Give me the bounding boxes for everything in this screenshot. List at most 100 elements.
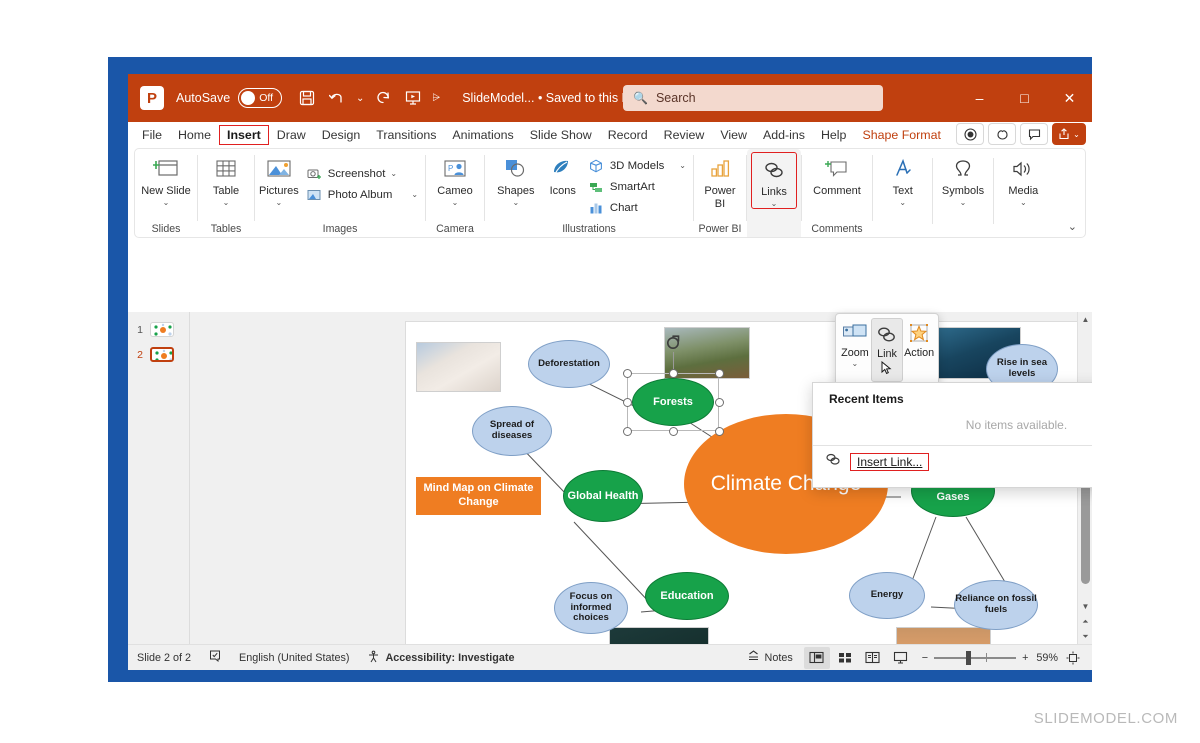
pictures-caret-icon[interactable]: ⌄: [276, 198, 283, 207]
previous-slide-button[interactable]: ⏶: [1078, 614, 1092, 629]
pictures-button[interactable]: Pictures ⌄: [259, 152, 299, 207]
zoom-level-label[interactable]: 59%: [1036, 652, 1058, 664]
3d-models-caret-icon[interactable]: ⌄: [679, 161, 686, 170]
resize-handle-s[interactable]: [669, 427, 678, 436]
comments-icon[interactable]: [1020, 123, 1048, 145]
links-menu-zoom-caret-icon[interactable]: ⌄: [852, 359, 859, 368]
insert-link-button[interactable]: Insert Link...: [850, 452, 930, 471]
tab-slide-show[interactable]: Slide Show: [522, 125, 600, 145]
photo-album-caret-icon[interactable]: ⌄: [411, 190, 418, 199]
slide-show-button[interactable]: [888, 647, 914, 669]
cameo-caret-icon[interactable]: ⌄: [452, 198, 459, 207]
shapes-caret-icon[interactable]: ⌄: [512, 198, 519, 207]
undo-caret-icon[interactable]: ⌄: [353, 84, 367, 112]
resize-handle-ne[interactable]: [715, 369, 724, 378]
rotation-handle[interactable]: [665, 334, 683, 356]
table-caret-icon[interactable]: ⌄: [223, 198, 230, 207]
node-spread-of-diseases[interactable]: Spread of diseases: [472, 406, 552, 456]
tab-design[interactable]: Design: [314, 125, 369, 145]
zoom-slider-track[interactable]: [934, 650, 1017, 665]
tab-transitions[interactable]: Transitions: [368, 125, 444, 145]
insert-link-row[interactable]: Insert Link...: [813, 446, 1092, 471]
text-button[interactable]: Text ⌄: [877, 152, 928, 207]
resize-handle-se[interactable]: [715, 427, 724, 436]
start-presentation-icon[interactable]: [399, 84, 427, 112]
tab-view[interactable]: View: [712, 125, 755, 145]
links-menu-zoom[interactable]: Zoom ⌄: [839, 318, 871, 382]
tab-animations[interactable]: Animations: [444, 125, 521, 145]
node-global-health[interactable]: Global Health: [563, 470, 643, 522]
reading-view-button[interactable]: [860, 647, 886, 669]
slide-counter[interactable]: Slide 2 of 2: [128, 652, 200, 664]
autosave-toggle[interactable]: Off: [238, 88, 283, 108]
document-title[interactable]: SlideModel... • Saved to this PC: [462, 91, 639, 105]
redo-icon[interactable]: [369, 84, 397, 112]
node-education[interactable]: Education: [645, 572, 729, 620]
maximize-button[interactable]: □: [1002, 74, 1047, 122]
share-caret-icon[interactable]: ⌄: [1073, 130, 1080, 139]
scroll-down-arrow[interactable]: ▼: [1078, 599, 1092, 614]
table-button[interactable]: Table ⌄: [202, 152, 250, 207]
power-bi-button[interactable]: Power BI: [698, 152, 742, 211]
tab-home[interactable]: Home: [170, 125, 219, 145]
node-deforestation[interactable]: Deforestation: [528, 340, 610, 388]
3d-models-button[interactable]: 3D Models ⌄: [585, 156, 689, 175]
collapse-ribbon-button[interactable]: ⌄: [1068, 220, 1077, 233]
text-caret-icon[interactable]: ⌄: [899, 198, 906, 207]
shapes-button[interactable]: Shapes ⌄: [489, 152, 543, 207]
next-slide-button[interactable]: ⏷: [1078, 629, 1092, 644]
hand-mouse-photo[interactable]: [416, 342, 501, 392]
search-input[interactable]: 🔍 Search: [623, 85, 883, 111]
accessibility-button[interactable]: Accessibility: Investigate: [358, 650, 523, 666]
tab-shape-format[interactable]: Shape Format: [854, 125, 949, 145]
thumbnail-item-1[interactable]: 1: [128, 322, 190, 337]
tab-help[interactable]: Help: [813, 125, 854, 145]
photo-album-button[interactable]: Photo Album ⌄: [303, 185, 421, 204]
zoom-slider[interactable]: − +: [922, 650, 1028, 665]
scroll-up-arrow[interactable]: ▲: [1078, 312, 1092, 327]
tab-record[interactable]: Record: [600, 125, 656, 145]
close-button[interactable]: ✕: [1047, 74, 1092, 122]
undo-icon[interactable]: [323, 84, 351, 112]
record-icon[interactable]: [956, 123, 984, 145]
thumbnail-item-2[interactable]: 2: [128, 347, 190, 362]
tab-file[interactable]: File: [134, 125, 170, 145]
fit-to-window-icon[interactable]: [1060, 647, 1086, 669]
links-button[interactable]: Links ⌄: [751, 152, 797, 210]
spellcheck-button[interactable]: [200, 650, 230, 665]
resize-handle-n[interactable]: [669, 369, 678, 378]
symbols-button[interactable]: Symbols ⌄: [937, 152, 988, 207]
zoom-in-button[interactable]: +: [1022, 652, 1028, 664]
tab-draw[interactable]: Draw: [269, 125, 314, 145]
comment-button[interactable]: Comment: [806, 152, 868, 198]
links-caret-icon[interactable]: ⌄: [771, 199, 778, 208]
tab-insert[interactable]: Insert: [219, 125, 269, 145]
node-energy[interactable]: Energy: [849, 572, 925, 619]
links-menu-link[interactable]: Link: [870, 318, 904, 382]
resize-handle-w[interactable]: [623, 398, 632, 407]
new-slide-button[interactable]: New Slide ⌄: [139, 152, 193, 207]
resize-handle-nw[interactable]: [623, 369, 632, 378]
resize-handle-e[interactable]: [715, 398, 724, 407]
normal-view-button[interactable]: [803, 646, 830, 669]
slide-surface[interactable]: Mind Map on Climate Change Deforestation…: [405, 321, 1092, 670]
zoom-slider-knob[interactable]: [966, 650, 972, 665]
media-caret-icon[interactable]: ⌄: [1020, 198, 1027, 207]
chart-button[interactable]: Chart: [585, 198, 689, 217]
zoom-out-button[interactable]: −: [922, 652, 928, 664]
media-button[interactable]: Media ⌄: [998, 152, 1049, 207]
tab-review[interactable]: Review: [656, 125, 713, 145]
screenshot-caret-icon[interactable]: ⌄: [390, 169, 397, 178]
screenshot-button[interactable]: Screenshot ⌄: [303, 164, 421, 183]
icons-button[interactable]: Icons: [543, 152, 583, 198]
tab-add-ins[interactable]: Add-ins: [755, 125, 813, 145]
share-button[interactable]: ⌄: [1052, 123, 1086, 145]
notes-button[interactable]: Notes: [738, 650, 802, 665]
node-reliance-fossil-fuels[interactable]: Reliance on fossil fuels: [954, 580, 1038, 630]
symbols-caret-icon[interactable]: ⌄: [960, 198, 967, 207]
cameo-button[interactable]: P Cameo ⌄: [430, 152, 480, 207]
node-focus-informed-choices[interactable]: Focus on informed choices: [554, 582, 628, 634]
resize-handle-sw[interactable]: [623, 427, 632, 436]
links-menu-action[interactable]: Action: [903, 318, 935, 382]
smartart-button[interactable]: SmartArt: [585, 177, 689, 196]
